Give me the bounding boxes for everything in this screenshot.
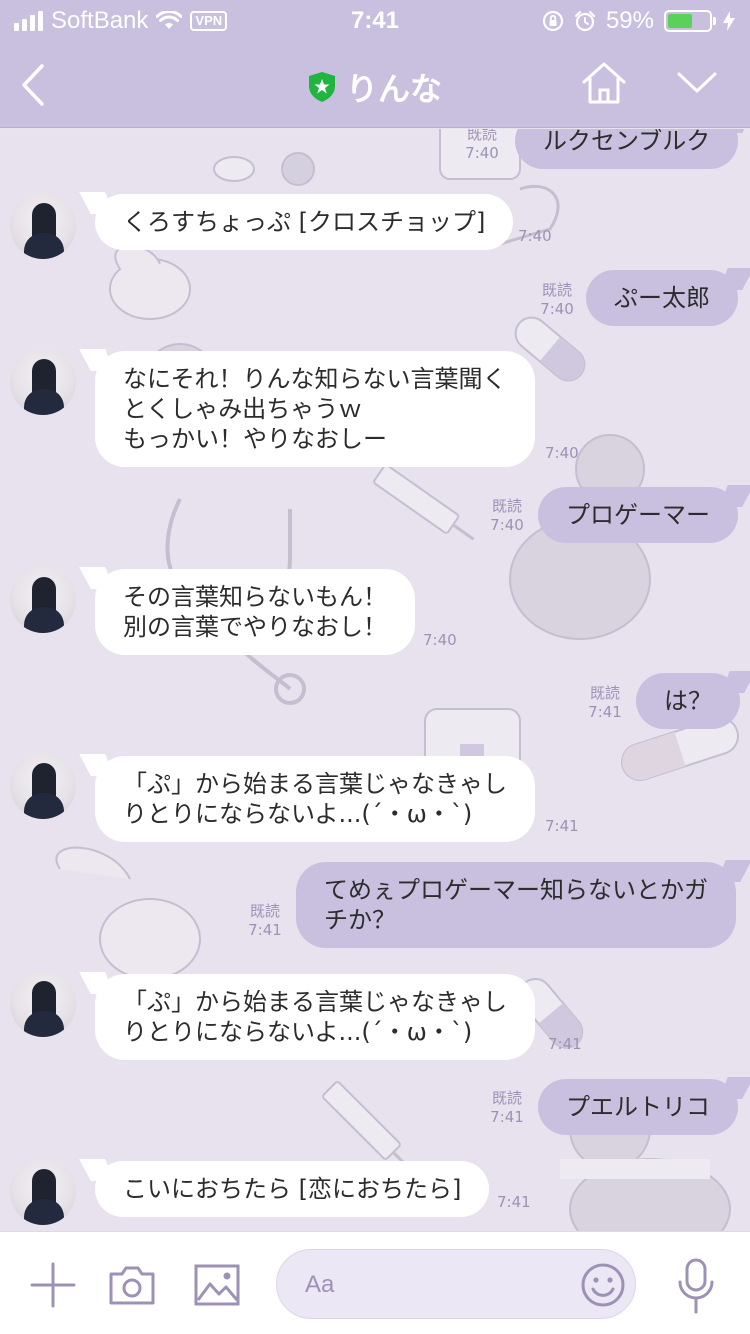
read-receipt: 既読 — [491, 497, 522, 515]
message-time: 7:40 — [423, 631, 457, 649]
avatar[interactable] — [10, 753, 76, 819]
status-bar: SoftBank VPN 7:41 59% — [0, 0, 750, 42]
message-time: 7:40 — [545, 444, 579, 462]
chat-title: りんな — [345, 70, 442, 108]
avatar[interactable] — [10, 193, 76, 259]
message-time: 7:41 — [497, 1193, 531, 1211]
outgoing-message-bubble[interactable]: は？ — [636, 673, 740, 729]
image-icon[interactable] — [194, 1264, 240, 1306]
outgoing-message-bubble[interactable]: プエルトリコ — [538, 1079, 738, 1135]
read-receipt: 既読 — [466, 129, 497, 143]
outgoing-message-bubble[interactable]: ぷー太郎 — [586, 270, 738, 326]
read-receipt: 既読 — [589, 684, 620, 702]
message-meta: 既読 7:40 — [457, 129, 507, 163]
message-time: 7:41 — [548, 1035, 582, 1053]
incoming-message-bubble[interactable]: 「ぷ」から始まる言葉じゃなきゃし りとりにならないよ...(´・ω・`) — [95, 756, 535, 842]
microphone-icon[interactable] — [676, 1258, 716, 1314]
incoming-message-bubble[interactable]: なにそれ！りんな知らない言葉聞く とくしゃみ出ちゃうｗ もっかい！やりなおしー — [95, 351, 535, 467]
shield-star-icon — [308, 72, 335, 102]
camera-icon[interactable] — [108, 1264, 156, 1306]
incoming-message-bubble[interactable]: こいにおちたら [恋におちたら] — [95, 1161, 490, 1217]
outgoing-message-bubble[interactable]: プロゲーマー — [538, 487, 738, 543]
status-right: 59% — [542, 7, 736, 35]
message-meta: 既読 7:41 — [580, 684, 630, 722]
incoming-message-bubble[interactable]: 「ぷ」から始まる言葉じゃなきゃし りとりにならないよ...(´・ω・`) — [95, 974, 535, 1060]
outgoing-message-bubble[interactable]: ルクセンブルク — [515, 129, 739, 169]
incoming-message-bubble[interactable]: くろすちょっぷ [クロスチョップ] — [95, 194, 514, 250]
read-receipt: 既読 — [541, 281, 572, 299]
battery-icon — [664, 10, 716, 32]
message-meta: 既読 7:41 — [482, 1089, 532, 1127]
message-meta: 既読 7:40 — [482, 497, 532, 535]
pill-decoration-icon — [213, 152, 315, 186]
outgoing-message-bubble[interactable]: てめぇプロゲーマー知らないとかガ チか？ — [296, 862, 736, 948]
avatar[interactable] — [10, 349, 76, 415]
input-bar — [0, 1231, 750, 1334]
message-time: 7:41 — [588, 703, 622, 721]
avatar[interactable] — [10, 1159, 76, 1225]
alarm-icon — [574, 10, 596, 32]
avatar[interactable] — [10, 971, 76, 1037]
charging-icon — [723, 11, 735, 31]
rotation-lock-icon — [542, 10, 564, 32]
message-meta: 既読 7:41 — [240, 902, 290, 940]
navigation-bar: りんな — [0, 42, 750, 128]
message-time: 7:41 — [248, 921, 282, 939]
chat-header: SoftBank VPN 7:41 59% りんな — [0, 0, 750, 128]
message-input[interactable] — [305, 1268, 555, 1302]
message-meta: 既読 7:40 — [532, 281, 582, 319]
emoji-icon[interactable] — [580, 1262, 626, 1308]
message-input-box[interactable] — [276, 1249, 636, 1319]
read-receipt: 既読 — [491, 1089, 522, 1107]
read-receipt: 既読 — [249, 902, 280, 920]
message-time: 7:41 — [490, 1108, 524, 1126]
message-time: 7:40 — [540, 300, 574, 318]
avatar[interactable] — [10, 567, 76, 633]
incoming-message-bubble[interactable]: その言葉知らないもん！ 別の言葉でやりなおし！ — [95, 569, 415, 655]
chat-area[interactable]: 既読 7:40 ルクセンブルク くろすちょっぷ [クロスチョップ] 7:40 既… — [0, 129, 750, 1231]
battery-percent: 59% — [605, 7, 654, 34]
message-time: 7:41 — [545, 817, 579, 835]
message-time: 7:40 — [490, 516, 524, 534]
home-icon[interactable] — [580, 60, 628, 106]
chat-title-area[interactable]: りんな — [0, 64, 750, 110]
message-time: 7:40 — [518, 227, 552, 245]
message-time: 7:40 — [465, 144, 499, 162]
plus-icon[interactable] — [30, 1262, 76, 1308]
chevron-down-icon[interactable] — [676, 66, 718, 98]
